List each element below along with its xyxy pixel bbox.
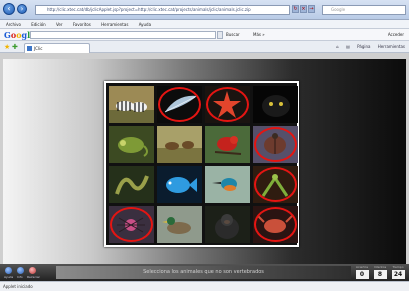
info-label: Info (17, 275, 23, 279)
activity-buttons: Ayuda Info Reiniciar (3, 266, 53, 280)
browser-search-input[interactable]: Google (322, 5, 406, 15)
beetle-image (253, 126, 298, 163)
tile-crab[interactable] (253, 206, 298, 243)
instruction-text: Selecciona los animales que no son verte… (56, 266, 351, 279)
kingfisher-image (205, 166, 250, 203)
address-buttons: ↻ × → (292, 5, 318, 15)
tab-bar: ★ ✚ JClic ⌂ ▤ Página Herramientas (0, 41, 409, 53)
tile-mantis[interactable] (253, 166, 298, 203)
favorites-star-icon[interactable]: ★ (4, 43, 10, 51)
go-icon[interactable]: → (308, 5, 315, 13)
panther-image (253, 86, 298, 123)
add-favorite-icon[interactable]: ✚ (12, 43, 18, 51)
tile-snake[interactable] (109, 166, 154, 203)
gorilla-image (205, 206, 250, 243)
restart-icon[interactable] (29, 267, 36, 274)
tools-menu[interactable]: Herramientas (378, 44, 405, 49)
page-menu[interactable]: Página (357, 44, 370, 49)
tile-feather[interactable] (157, 86, 202, 123)
page-viewport: Ayuda Info Reiniciar Selecciona los anim… (0, 53, 409, 281)
menu-archivo[interactable]: Archivo (6, 22, 21, 27)
menu-bar: Archivo Edición Ver Favoritos Herramient… (0, 20, 409, 29)
snake-image (109, 166, 154, 203)
antelopes-image (157, 126, 202, 163)
mantis-image (253, 166, 298, 203)
menu-ver[interactable]: Ver (56, 22, 63, 27)
browser-titlebar: ‹ › http://clic.xtec.cat/db/jclicApplet.… (0, 0, 409, 20)
back-button[interactable]: ‹ (3, 3, 15, 15)
zebras-image (109, 86, 154, 123)
duck-image (157, 206, 202, 243)
tile-panther[interactable] (253, 86, 298, 123)
tab-jclic[interactable]: JClic (24, 43, 90, 53)
red-bird-image (205, 126, 250, 163)
tile-zebras[interactable] (109, 86, 154, 123)
tile-duck[interactable] (157, 206, 202, 243)
score-hits: Aciertos 0 (355, 265, 369, 279)
activity-bar: Ayuda Info Reiniciar Selecciona los anim… (0, 264, 409, 281)
home-icon[interactable]: ⌂ (336, 44, 339, 49)
status-bar: Applet iniciado (0, 281, 409, 291)
crab-image (253, 206, 298, 243)
spider-image (109, 206, 154, 243)
info-icon[interactable] (17, 267, 24, 274)
tab-title: JClic (34, 46, 43, 51)
tile-spider[interactable] (109, 206, 154, 243)
address-bar[interactable]: http://clic.xtec.cat/db/jclicApplet.jsp?… (35, 5, 290, 15)
google-more-button[interactable]: Más » (253, 30, 265, 40)
tile-kingfisher[interactable] (205, 166, 250, 203)
tile-antelopes[interactable] (157, 126, 202, 163)
chameleon-image (109, 126, 154, 163)
help-label: Ayuda (4, 275, 14, 279)
fish-image (157, 166, 202, 203)
google-search-button[interactable]: Buscar (226, 30, 240, 40)
feather-image (157, 86, 202, 123)
google-toolbar: Google Buscar Más » Acceder (0, 29, 409, 41)
score-panel: Aciertos 0 Intentos 8 Tiempo 24 (354, 265, 406, 280)
command-bar: ⌂ ▤ Página Herramientas (330, 42, 405, 52)
activity-stage (3, 59, 406, 269)
image-board (104, 81, 299, 247)
tile-gorilla[interactable] (205, 206, 250, 243)
score-attempts: Intentos 8 (373, 265, 387, 279)
menu-favoritos[interactable]: Favoritos (73, 22, 91, 27)
tile-red-bird[interactable] (205, 126, 250, 163)
starfish-image (205, 86, 250, 123)
google-search-input[interactable] (30, 31, 216, 39)
refresh-icon[interactable]: ↻ (292, 5, 299, 13)
tile-beetle[interactable] (253, 126, 298, 163)
print-icon[interactable]: ▤ (346, 44, 350, 49)
stop-icon[interactable]: × (300, 5, 307, 13)
menu-ayuda[interactable]: Ayuda (139, 22, 151, 27)
menu-edicion[interactable]: Edición (31, 22, 45, 27)
forward-button[interactable]: › (17, 4, 27, 14)
tab-icon (27, 46, 32, 51)
restart-label: Reiniciar (27, 275, 40, 279)
help-icon[interactable] (5, 267, 12, 274)
tile-starfish[interactable] (205, 86, 250, 123)
score-time: Tiempo 24 (391, 265, 405, 279)
google-login-button[interactable]: Acceder (388, 30, 404, 40)
image-grid (109, 86, 298, 243)
menu-herramientas[interactable]: Herramientas (101, 22, 128, 27)
tile-chameleon[interactable] (109, 126, 154, 163)
google-dropdown[interactable] (217, 31, 223, 39)
tile-fish[interactable] (157, 166, 202, 203)
